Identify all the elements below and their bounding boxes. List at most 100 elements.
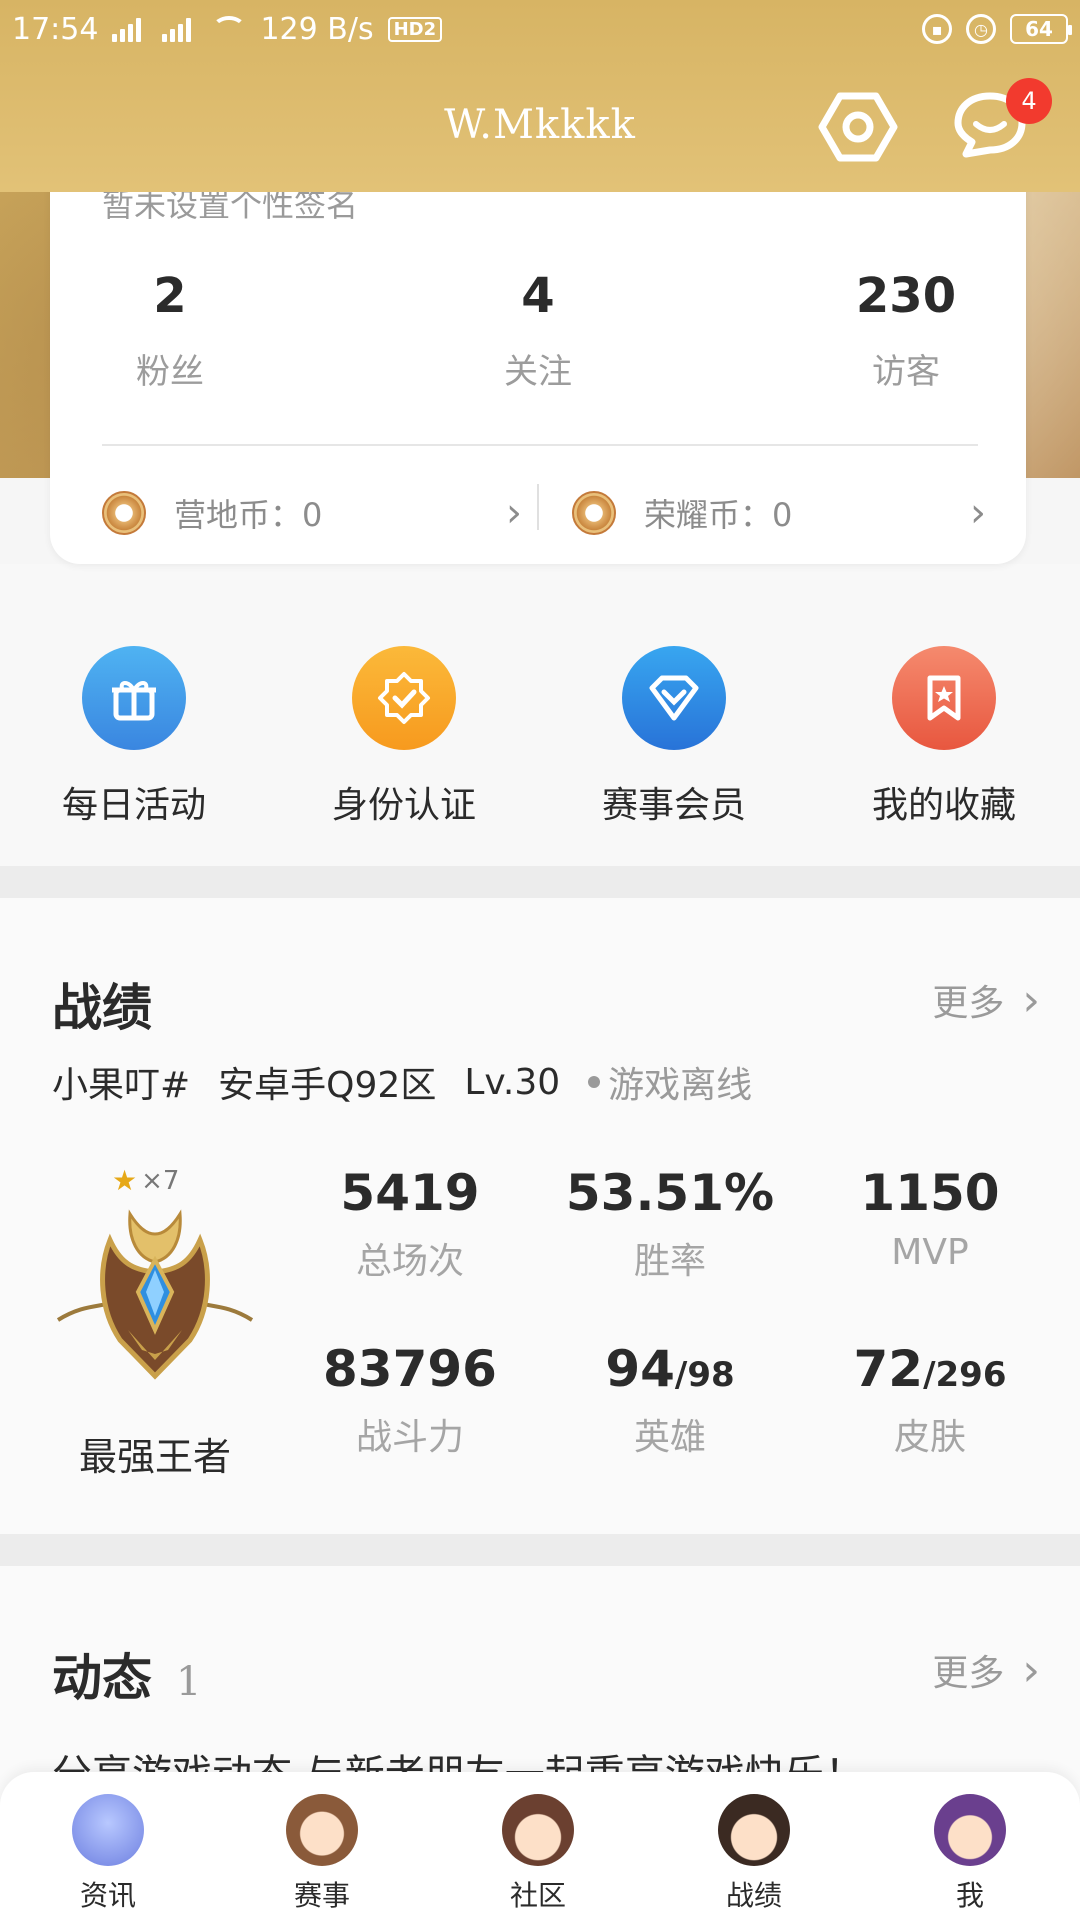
stat-value: 4 [521, 268, 555, 324]
daily-activity-button[interactable]: 每日活动 [24, 646, 244, 828]
rank-stars: ★ ×7 [112, 1164, 179, 1197]
stat-value: 83796 [323, 1340, 497, 1398]
stat-label: 皮肤 [893, 1417, 966, 1458]
tab-record[interactable]: 战绩 [694, 1794, 814, 1914]
action-label: 每日活动 [61, 785, 206, 826]
stat-label: 访客 [872, 352, 940, 392]
stat-label: 战斗力 [355, 1417, 464, 1458]
skins-owned: 72 [853, 1340, 924, 1398]
stat-heroes[interactable]: 94/98 英雄 [550, 1340, 790, 1460]
identity-verify-button[interactable]: 身份认证 [294, 646, 514, 828]
gift-icon [82, 646, 186, 750]
quick-actions: 每日活动 身份认证 赛事会员 我的收藏 [0, 564, 1080, 866]
battery-level: 64 [1025, 17, 1053, 41]
hd-voice-icon: HD2 [387, 16, 443, 42]
profile-card: 暂未设置个性签名 2 粉丝 4 关注 230 访客 营地币：0 › 荣耀币：0 … [50, 160, 1026, 564]
feed-more-link[interactable]: 更多 › [932, 1644, 1040, 1696]
more-label: 更多 [932, 983, 1005, 1024]
tab-events[interactable]: 赛事 [262, 1794, 382, 1914]
section-divider [0, 1534, 1080, 1566]
tab-community[interactable]: 社区 [478, 1794, 598, 1914]
coin-icon [102, 491, 146, 535]
battle-record-section: 战绩 更多 › 小果叮# 安卓手Q92区 Lv.30 游戏离线 ★ ×7 最强王… [0, 898, 1080, 1534]
player-server: 安卓手Q92区 [218, 1065, 437, 1106]
my-favorites-button[interactable]: 我的收藏 [834, 646, 1054, 828]
stat-label: 粉丝 [136, 352, 204, 392]
stat-value: 72/296 [810, 1340, 1050, 1398]
news-avatar-icon [72, 1794, 144, 1866]
rank-badge[interactable]: ★ ×7 最强王者 [40, 1164, 270, 1494]
stat-label: 英雄 [633, 1417, 706, 1458]
player-name: 小果叮# [52, 1065, 191, 1106]
tab-label: 赛事 [293, 1879, 350, 1912]
skins-total: /296 [923, 1355, 1007, 1395]
stat-visitors[interactable]: 230 访客 [826, 268, 986, 393]
top-header: 17:54 129 B/s HD2 ▪ ◷ 64 W.Mkkkk [0, 0, 1080, 192]
card-divider [102, 444, 978, 446]
online-status: 游戏离线 [588, 1056, 752, 1108]
honor-coin-link[interactable]: 荣耀币：0 › [572, 476, 986, 550]
event-membership-button[interactable]: 赛事会员 [564, 646, 784, 828]
battery-icon: 64 [1010, 14, 1072, 44]
stat-fans[interactable]: 2 粉丝 [90, 268, 250, 393]
signal-icon [162, 16, 198, 42]
stat-win-rate: 53.51% 胜率 [550, 1164, 790, 1284]
stat-value: 1150 [860, 1164, 1000, 1222]
record-title: 战绩 [52, 978, 152, 1037]
tab-label: 社区 [509, 1879, 566, 1912]
stat-value: 2 [153, 268, 187, 324]
record-stats-grid: 5419 总场次 53.51% 胜率 1150 MVP 83796 战斗力 94… [290, 1164, 1050, 1474]
wifi-icon [212, 16, 247, 42]
chevron-right-icon: › [970, 490, 986, 536]
me-avatar-icon [934, 1794, 1006, 1866]
settings-hexagon-icon [818, 92, 898, 162]
verified-badge-icon [352, 646, 456, 750]
feed-count: 1 [176, 1659, 202, 1705]
network-speed: 129 B/s [260, 11, 374, 47]
action-label: 我的收藏 [871, 785, 1016, 826]
king-rank-emblem-icon [56, 1209, 254, 1380]
profile-stats: 2 粉丝 4 关注 230 访客 [90, 268, 986, 408]
status-bar: 17:54 129 B/s HD2 ▪ ◷ 64 [12, 8, 1072, 50]
tab-label: 战绩 [725, 1879, 782, 1912]
coin-row: 营地币：0 › 荣耀币：0 › [50, 476, 1026, 550]
status-dot-icon [588, 1076, 601, 1088]
tab-me[interactable]: 我 [910, 1794, 1030, 1914]
feed-title-text: 动态 [52, 1648, 152, 1707]
alarm-icon: ◷ [966, 14, 996, 44]
action-label: 身份认证 [331, 785, 476, 826]
record-more-link[interactable]: 更多 › [932, 974, 1040, 1026]
diamond-icon [622, 646, 726, 750]
tab-label: 资讯 [79, 1879, 136, 1912]
events-avatar-icon [286, 1794, 358, 1866]
stat-value: 5419 [340, 1164, 480, 1222]
stat-label: 关注 [504, 352, 572, 392]
coin-separator [537, 484, 539, 530]
stat-value: 230 [855, 268, 957, 324]
coin-icon [572, 491, 616, 535]
status-text: 游戏离线 [608, 1065, 753, 1106]
stat-total-matches: 5419 总场次 [290, 1164, 530, 1284]
bottom-tab-bar: 资讯 赛事 社区 战绩 我 [0, 1772, 1080, 1920]
section-divider [0, 866, 1080, 898]
tab-label: 我 [955, 1879, 984, 1912]
more-label: 更多 [932, 1653, 1005, 1694]
honor-coin-label: 荣耀币：0 [644, 496, 793, 534]
stat-skins[interactable]: 72/296 皮肤 [810, 1340, 1050, 1460]
stat-label: 总场次 [355, 1241, 464, 1282]
chevron-right-icon: › [1022, 974, 1040, 1026]
chevron-right-icon: › [506, 490, 522, 536]
player-info: 小果叮# 安卓手Q92区 Lv.30 游戏离线 [52, 1056, 752, 1108]
heroes-owned: 94 [605, 1340, 675, 1398]
profile-nickname: W.Mkkkk [444, 102, 636, 148]
profile-page: 17:54 129 B/s HD2 ▪ ◷ 64 W.Mkkkk 4 暂未设置个… [0, 0, 1080, 1920]
camp-coin-label: 营地币：0 [174, 496, 323, 534]
tab-news[interactable]: 资讯 [48, 1794, 168, 1914]
star-count: ×7 [141, 1165, 180, 1196]
stat-following[interactable]: 4 关注 [458, 268, 618, 393]
settings-button[interactable] [818, 90, 898, 164]
bookmark-icon [892, 646, 996, 750]
camp-coin-link[interactable]: 营地币：0 › [102, 476, 522, 550]
status-time: 17:54 [12, 11, 99, 47]
stat-value: 53.51% [565, 1164, 775, 1222]
